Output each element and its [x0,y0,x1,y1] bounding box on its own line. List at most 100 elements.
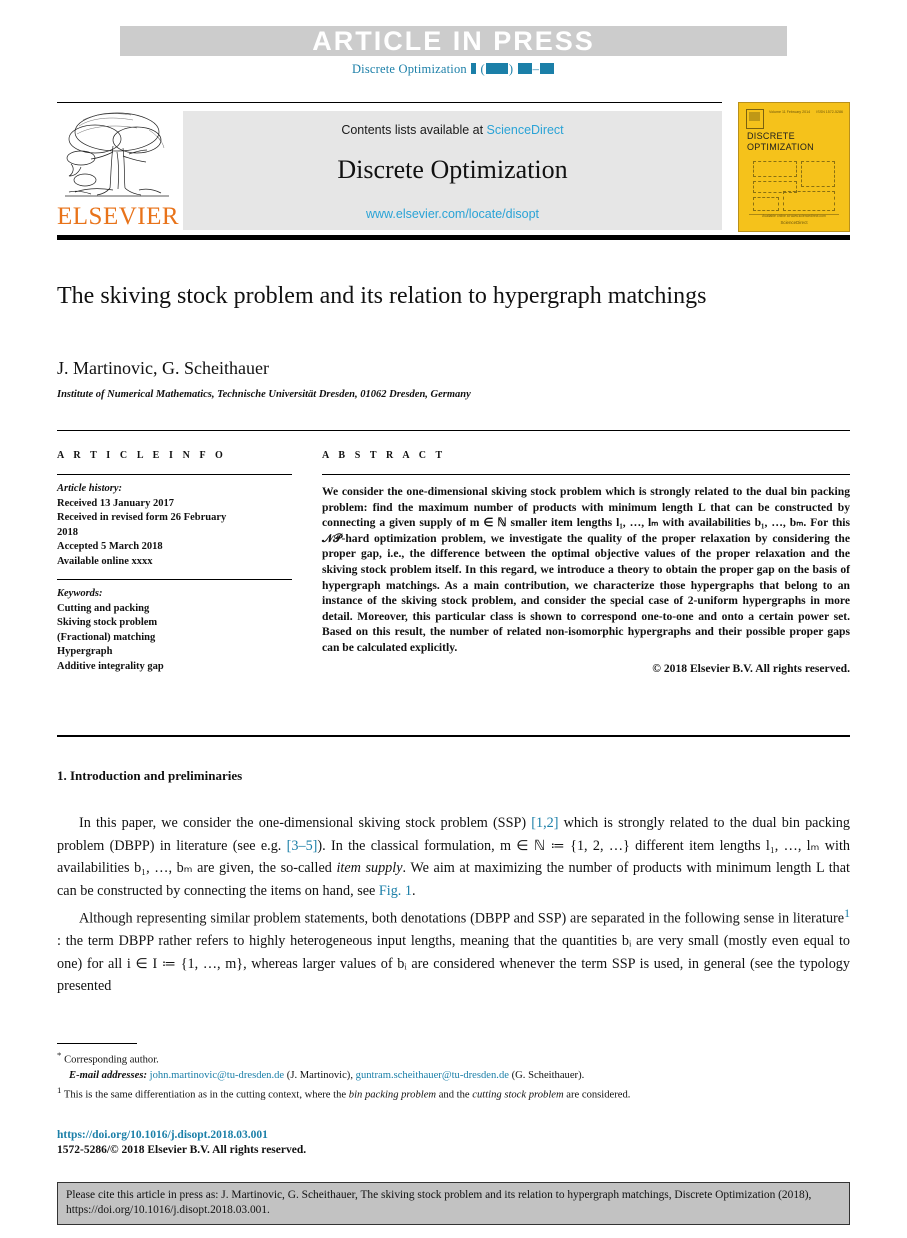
fn1-italic-2: cutting stock problem [472,1089,564,1101]
email-name-2: (G. Scheithauer). [508,1069,585,1081]
cover-rect-2 [801,161,835,187]
info-abstract-top-rule [57,430,850,431]
page-start-placeholder-block [517,63,532,74]
affiliation: Institute of Numerical Mathematics, Tech… [57,389,471,400]
email-name-1: (J. Martinovic), [284,1069,356,1081]
year-placeholder-block [485,63,508,74]
author-names: J. Martinovic, G. Scheithauer [57,358,269,378]
keyword-item: Additive integrality gap [57,660,164,672]
section-heading: 1. Introduction and preliminaries [57,768,243,783]
article-in-press-banner: ARTICLE IN PRESS [120,26,787,56]
p2-part-a: Although representing similar problem st… [79,910,845,927]
keyword-item: Cutting and packing [57,602,150,614]
page-title: The skiving stock problem and its relati… [57,283,707,309]
cover-rect-5 [783,191,835,211]
paragraph-1: In this paper, we consider the one-dimen… [57,812,850,902]
sciencedirect-box: Contents lists available at ScienceDirec… [183,111,722,230]
cover-top-metadata: Volume 11 February 2014 ISSN 1572-5286 [769,110,843,114]
citation-notice-text: Please cite this article in press as: J.… [66,1189,812,1216]
article-info-rule-2 [57,579,292,580]
elsevier-tree-icon [65,112,169,197]
history-item: Accepted 5 March 2018 [57,541,163,552]
fn1-part-c: are considered. [563,1089,631,1101]
p2-part-b: : the term DBPP rather refers to highly … [57,933,850,995]
abstract-column: A B S T R A C T We consider the one-dime… [322,450,850,675]
cover-rect-4 [753,197,779,211]
abstract-body: We consider the one-dimensional skiving … [322,485,850,654]
abstract-heading: A B S T R A C T [322,450,446,461]
article-info-heading: A R T I C L E I N F O [57,450,227,461]
journal-title: Discrete Optimization [337,155,568,184]
figure-ref-1[interactable]: Fig. 1 [379,883,412,899]
cover-volume-text: Volume 11 February 2014 [769,110,811,114]
footnote-star-marker: * [57,1050,62,1060]
elsevier-logo: ELSEVIER [57,106,180,230]
article-info-column: A R T I C L E I N F O Article history: R… [57,450,292,674]
history-item: Received 13 January 2017 [57,497,174,509]
footnote-1: 1 This is the same differentiation as in… [57,1083,850,1103]
doi-block: https://doi.org/10.1016/j.disopt.2018.03… [57,1128,306,1158]
footnote-emails: E-mail addresses: john.martinovic@tu-dre… [57,1068,850,1083]
keywords-label: Keywords: [57,588,103,599]
cover-title-line2: OPTIMIZATION [747,142,814,152]
page-end-placeholder-block [540,63,555,74]
citation-ref-1[interactable]: [1,2] [531,815,558,831]
fn1-part-a: This is the same differentiation as in t… [61,1089,349,1101]
issn-copyright: 1572-5286/© 2018 Elsevier B.V. All right… [57,1144,307,1156]
p1-part-a: In this paper, we consider the one-dimen… [79,815,532,831]
cover-footer-text: Available online at www.sciencedirect.co… [762,214,826,218]
p1-part-e: . [412,882,416,899]
cover-rect-1 [753,161,797,177]
page-dash: – [532,62,540,76]
keyword-item: (Fractional) matching [57,631,156,643]
email-link-1[interactable]: john.martinovic@tu-dresden.de [150,1070,285,1081]
journal-masthead: ELSEVIER Contents lists available at Sci… [57,102,850,232]
contents-lists-line: Contents lists available at ScienceDirec… [183,123,722,137]
fn1-part-b: and the [436,1089,473,1101]
cover-footer-brand: ScienceDirect [780,220,808,225]
running-head-paren-close: ) [508,62,514,76]
abstract-rule [322,474,850,475]
fn1-italic-1: bin packing problem [348,1089,437,1101]
volume-placeholder-block [471,63,477,74]
article-in-press-label: ARTICLE IN PRESS [312,26,595,56]
running-head-paren-open: ( [480,62,485,76]
history-item: Received in revised form 26 February [57,512,227,523]
keyword-item: Skiving stock problem [57,617,158,628]
p1-italic-term: item supply [336,860,403,876]
keywords-group: Keywords: Cutting and packing Skiving st… [57,587,292,674]
footnote-separator-rule [57,1043,137,1044]
contents-lists-prefix: Contents lists available at [341,123,487,137]
elsevier-wordmark: ELSEVIER [57,203,180,230]
footnote-corresponding-author: * Corresponding author. [57,1048,850,1068]
cover-journal-title: DISCRETE OPTIMIZATION [747,131,814,153]
history-item: Available online xxxx [57,555,153,567]
masthead-bottom-thick-rule [57,235,850,240]
journal-homepage-link[interactable]: www.elsevier.com/locate/disopt [183,207,722,221]
citation-notice-box: Please cite this article in press as: J.… [57,1182,850,1225]
cover-footer: Available online at www.sciencedirect.co… [739,214,849,225]
footnotes-block: * Corresponding author. E-mail addresses… [57,1048,850,1102]
cover-title-line1: DISCRETE [747,131,795,141]
history-item: 2018 [57,526,78,538]
abstract-copyright: © 2018 Elsevier B.V. All rights reserved… [652,661,850,675]
paragraph-2: Although representing similar problem st… [57,902,850,998]
running-head-journal: Discrete Optimization [351,62,467,76]
footnote-ref-1[interactable]: 1 [844,906,850,920]
cover-elsevier-mark-icon [746,109,764,129]
footnote-star-text: Corresponding author. [64,1054,159,1066]
journal-running-head: Discrete Optimization () – [0,62,907,77]
article-info-rule-1 [57,474,292,475]
sciencedirect-link[interactable]: ScienceDirect [487,123,564,137]
masthead-top-rule [57,102,722,103]
email-label: E-mail addresses: [69,1069,147,1081]
cover-artwork [753,161,835,211]
paper-page: ARTICLE IN PRESS Discrete Optimization (… [0,0,907,1238]
doi-link[interactable]: https://doi.org/10.1016/j.disopt.2018.03… [57,1128,306,1143]
article-history-group: Article history: Received 13 January 201… [57,482,292,569]
body-text: In this paper, we consider the one-dimen… [57,812,850,998]
citation-ref-2[interactable]: [3–5] [287,838,318,854]
keyword-item: Hypergraph [57,646,113,657]
cover-issn-text: ISSN 1572-5286 [816,110,843,114]
email-link-2[interactable]: guntram.scheithauer@tu-dresden.de [356,1070,509,1081]
